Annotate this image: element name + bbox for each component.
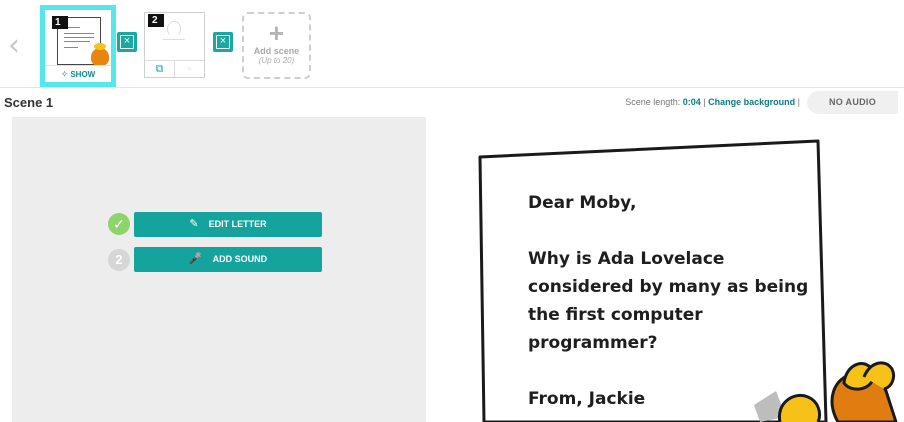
- scene-header: Scene 1 Scene length: 0:04 | Change back…: [0, 88, 904, 116]
- thumbnail-sketch-line: [163, 39, 185, 40]
- pencil-icon: ✎: [189, 218, 199, 230]
- edit-letter-label: EDIT LETTER: [208, 219, 267, 229]
- microphone-icon: 🎤: [188, 253, 203, 265]
- delete-scene-2-button[interactable]: ×: [213, 32, 233, 52]
- plus-icon: +: [268, 18, 285, 48]
- letter-line-3: the first computer: [528, 305, 703, 325]
- show-label: SHOW: [70, 70, 96, 79]
- scene-thumbnail-1[interactable]: 1 ✧ SHOW: [40, 5, 116, 87]
- delete-scene-1-button[interactable]: ×: [117, 32, 137, 52]
- scene-meta: Scene length: 0:04 | Change background |: [625, 97, 800, 107]
- scene-preview: Dear Moby, Why is Ada Lovelace considere…: [426, 117, 904, 422]
- chevron-left-icon[interactable]: ‹: [8, 31, 28, 61]
- moby-character: [754, 361, 898, 422]
- no-audio-button[interactable]: NO AUDIO: [807, 91, 898, 114]
- show-button[interactable]: ✧ SHOW: [45, 65, 111, 82]
- add-scene-button[interactable]: + Add scene (Up to 20): [242, 12, 311, 79]
- scene-strip: ‹ 1 ✧ SHOW × 2 ⧉ ▫ × + Add scene (Up to 2…: [0, 0, 904, 88]
- eye-icon: ✧: [60, 69, 69, 79]
- thumbnail-character: [91, 43, 109, 66]
- letter-line-1: Why is Ada Lovelace: [528, 249, 725, 269]
- edit-letter-button[interactable]: ✎ EDIT LETTER: [134, 212, 322, 237]
- add-sound-label: ADD SOUND: [212, 254, 268, 264]
- letter-line-4: programmer?: [528, 333, 658, 353]
- checkmark-icon: ✓: [108, 213, 130, 235]
- scene-length-value: 0:04: [682, 97, 701, 107]
- scene-title: Scene 1: [4, 95, 54, 110]
- x-box-icon: ×: [120, 35, 134, 49]
- x-box-icon: ×: [216, 35, 230, 49]
- scene-number-badge: 1: [52, 16, 68, 29]
- thumbnail-sketch: [167, 21, 181, 37]
- add-scene-label: Add scene: [253, 46, 300, 56]
- add-sound-button[interactable]: 🎤 ADD SOUND: [134, 247, 322, 272]
- letter-greeting: Dear Moby,: [528, 193, 637, 213]
- copy-icon[interactable]: ⧉: [145, 61, 174, 77]
- scene-number-badge: 2: [148, 14, 164, 27]
- scene-length-label: Scene length:: [625, 97, 683, 107]
- thumbnail-actions: ⧉ ▫: [145, 60, 204, 77]
- trash-icon[interactable]: ▫: [174, 61, 204, 77]
- letter-line-2: considered by many as being: [528, 277, 809, 297]
- change-background-link[interactable]: Change background: [708, 97, 795, 107]
- step-number-badge: 2: [108, 249, 130, 271]
- add-scene-limit: (Up to 20): [258, 56, 295, 65]
- meta-separator: |: [795, 97, 800, 107]
- scene-thumbnail-2[interactable]: 2 ⧉ ▫: [144, 12, 205, 78]
